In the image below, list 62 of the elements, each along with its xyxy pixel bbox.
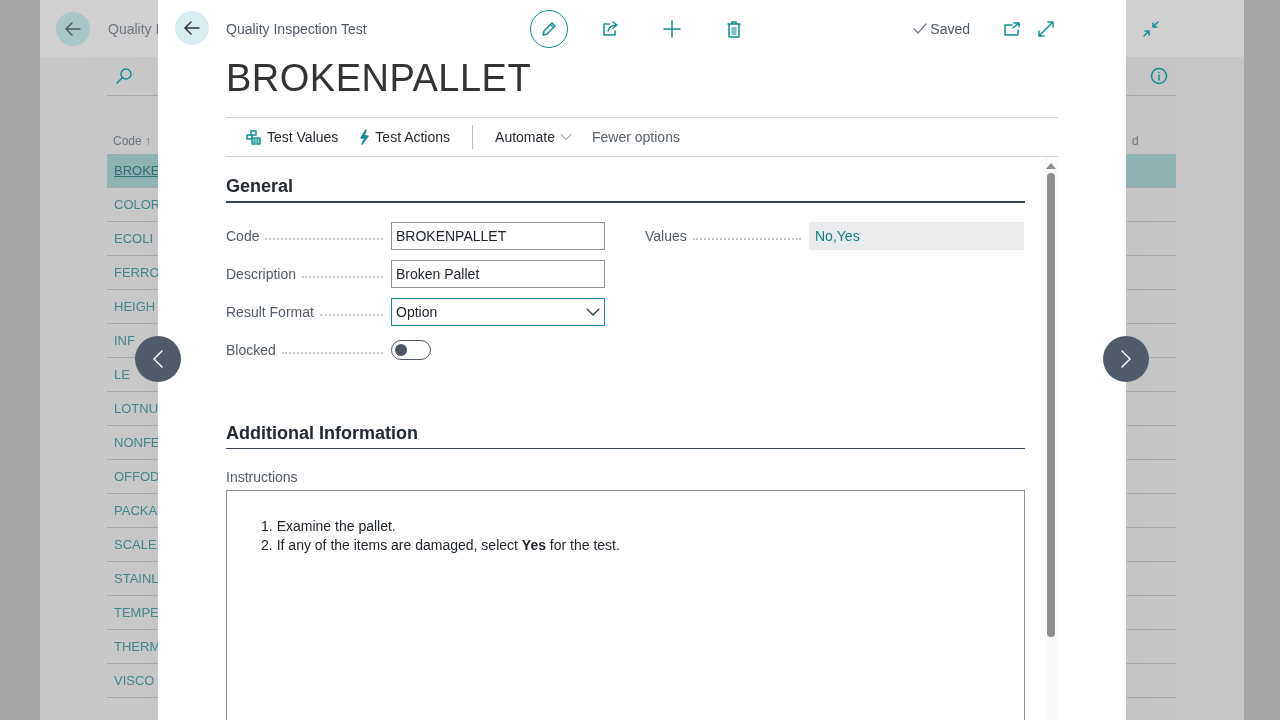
action-button[interactable]: Test Values [236,122,349,152]
check-icon [913,22,928,35]
field-label: Blocked [226,342,276,358]
back-button[interactable] [56,11,90,46]
popout-icon [1003,20,1021,37]
table-cell-text: LOTNU [113,401,159,416]
share-icon [601,19,619,38]
table-cell-text: LE [113,367,130,382]
scrollbar[interactable] [1045,157,1057,720]
table-cell-text: STAINL [113,571,159,586]
table-cell-text: OFFOD [113,469,160,484]
table-cell-text: FERRO [113,265,160,280]
table-cell-text: BROKE [113,163,160,178]
action-button[interactable]: Automate [485,122,582,152]
info-icon[interactable] [1150,67,1168,85]
section-heading: Additional Information [226,404,1025,449]
search-icon[interactable] [115,67,133,85]
value-field[interactable]: No,Yes [809,222,1024,250]
save-status: Saved [930,20,970,37]
table-cell-text: TEMPE [113,605,159,620]
table-cell-text: PACKA [113,503,158,518]
expand-icon [1037,19,1055,38]
list-text: If any of the items are damaged, select Yes for the test. [276,536,620,555]
page-caption: Quality Inspection Test [226,20,368,37]
input-field[interactable]: Broken Pallet [391,260,605,288]
back-arrow-icon [183,19,201,37]
field-label: Values [645,228,687,244]
input-field[interactable]: BROKENPALLET [391,222,605,250]
scroll-up-icon [1046,163,1056,169]
record-title: BROKENPALLET [226,57,533,101]
table-cell-text: INF [113,333,135,348]
list-text: Examine the pallet. [276,517,396,536]
table-cell-text: VISCO [113,673,155,688]
list-number: 1. [261,517,273,536]
rich-text-field[interactable]: 1. Examine the pallet. 2. If any of the items are damaged, select Yes for the test. [226,490,1025,720]
lightning-icon [358,129,371,145]
field-label: Description [226,266,297,282]
trash-icon [726,19,742,38]
table-cell-text: HEIGH [113,299,156,314]
field-label: Code [226,228,260,244]
section-heading: General [226,157,1025,203]
field-label: Result Format [226,304,314,320]
pencil-icon [540,19,558,38]
blocks-icon [246,129,262,145]
page-title: Quality I [108,20,160,37]
plus-icon [663,19,681,38]
collapse-icon[interactable] [1142,19,1160,38]
table-cell-text: ECOLI [113,231,153,246]
list-number: 2. [261,536,273,555]
dropdown-field[interactable]: Option [391,298,605,326]
table-cell-text: NONFE [113,435,160,450]
field-label: Instructions [226,468,299,487]
chevron-left-icon [153,350,163,368]
action-button[interactable]: Test Actions [348,122,461,152]
chevron-down-icon [560,133,572,141]
back-arrow-icon [64,19,82,38]
back-button[interactable] [175,11,209,45]
table-cell-text: COLOR [113,197,161,212]
action-button[interactable]: Fewer options [582,122,690,152]
table-cell-text: SCALE [113,537,157,552]
chevron-down-icon [586,308,600,316]
chevron-right-icon [1121,350,1131,368]
